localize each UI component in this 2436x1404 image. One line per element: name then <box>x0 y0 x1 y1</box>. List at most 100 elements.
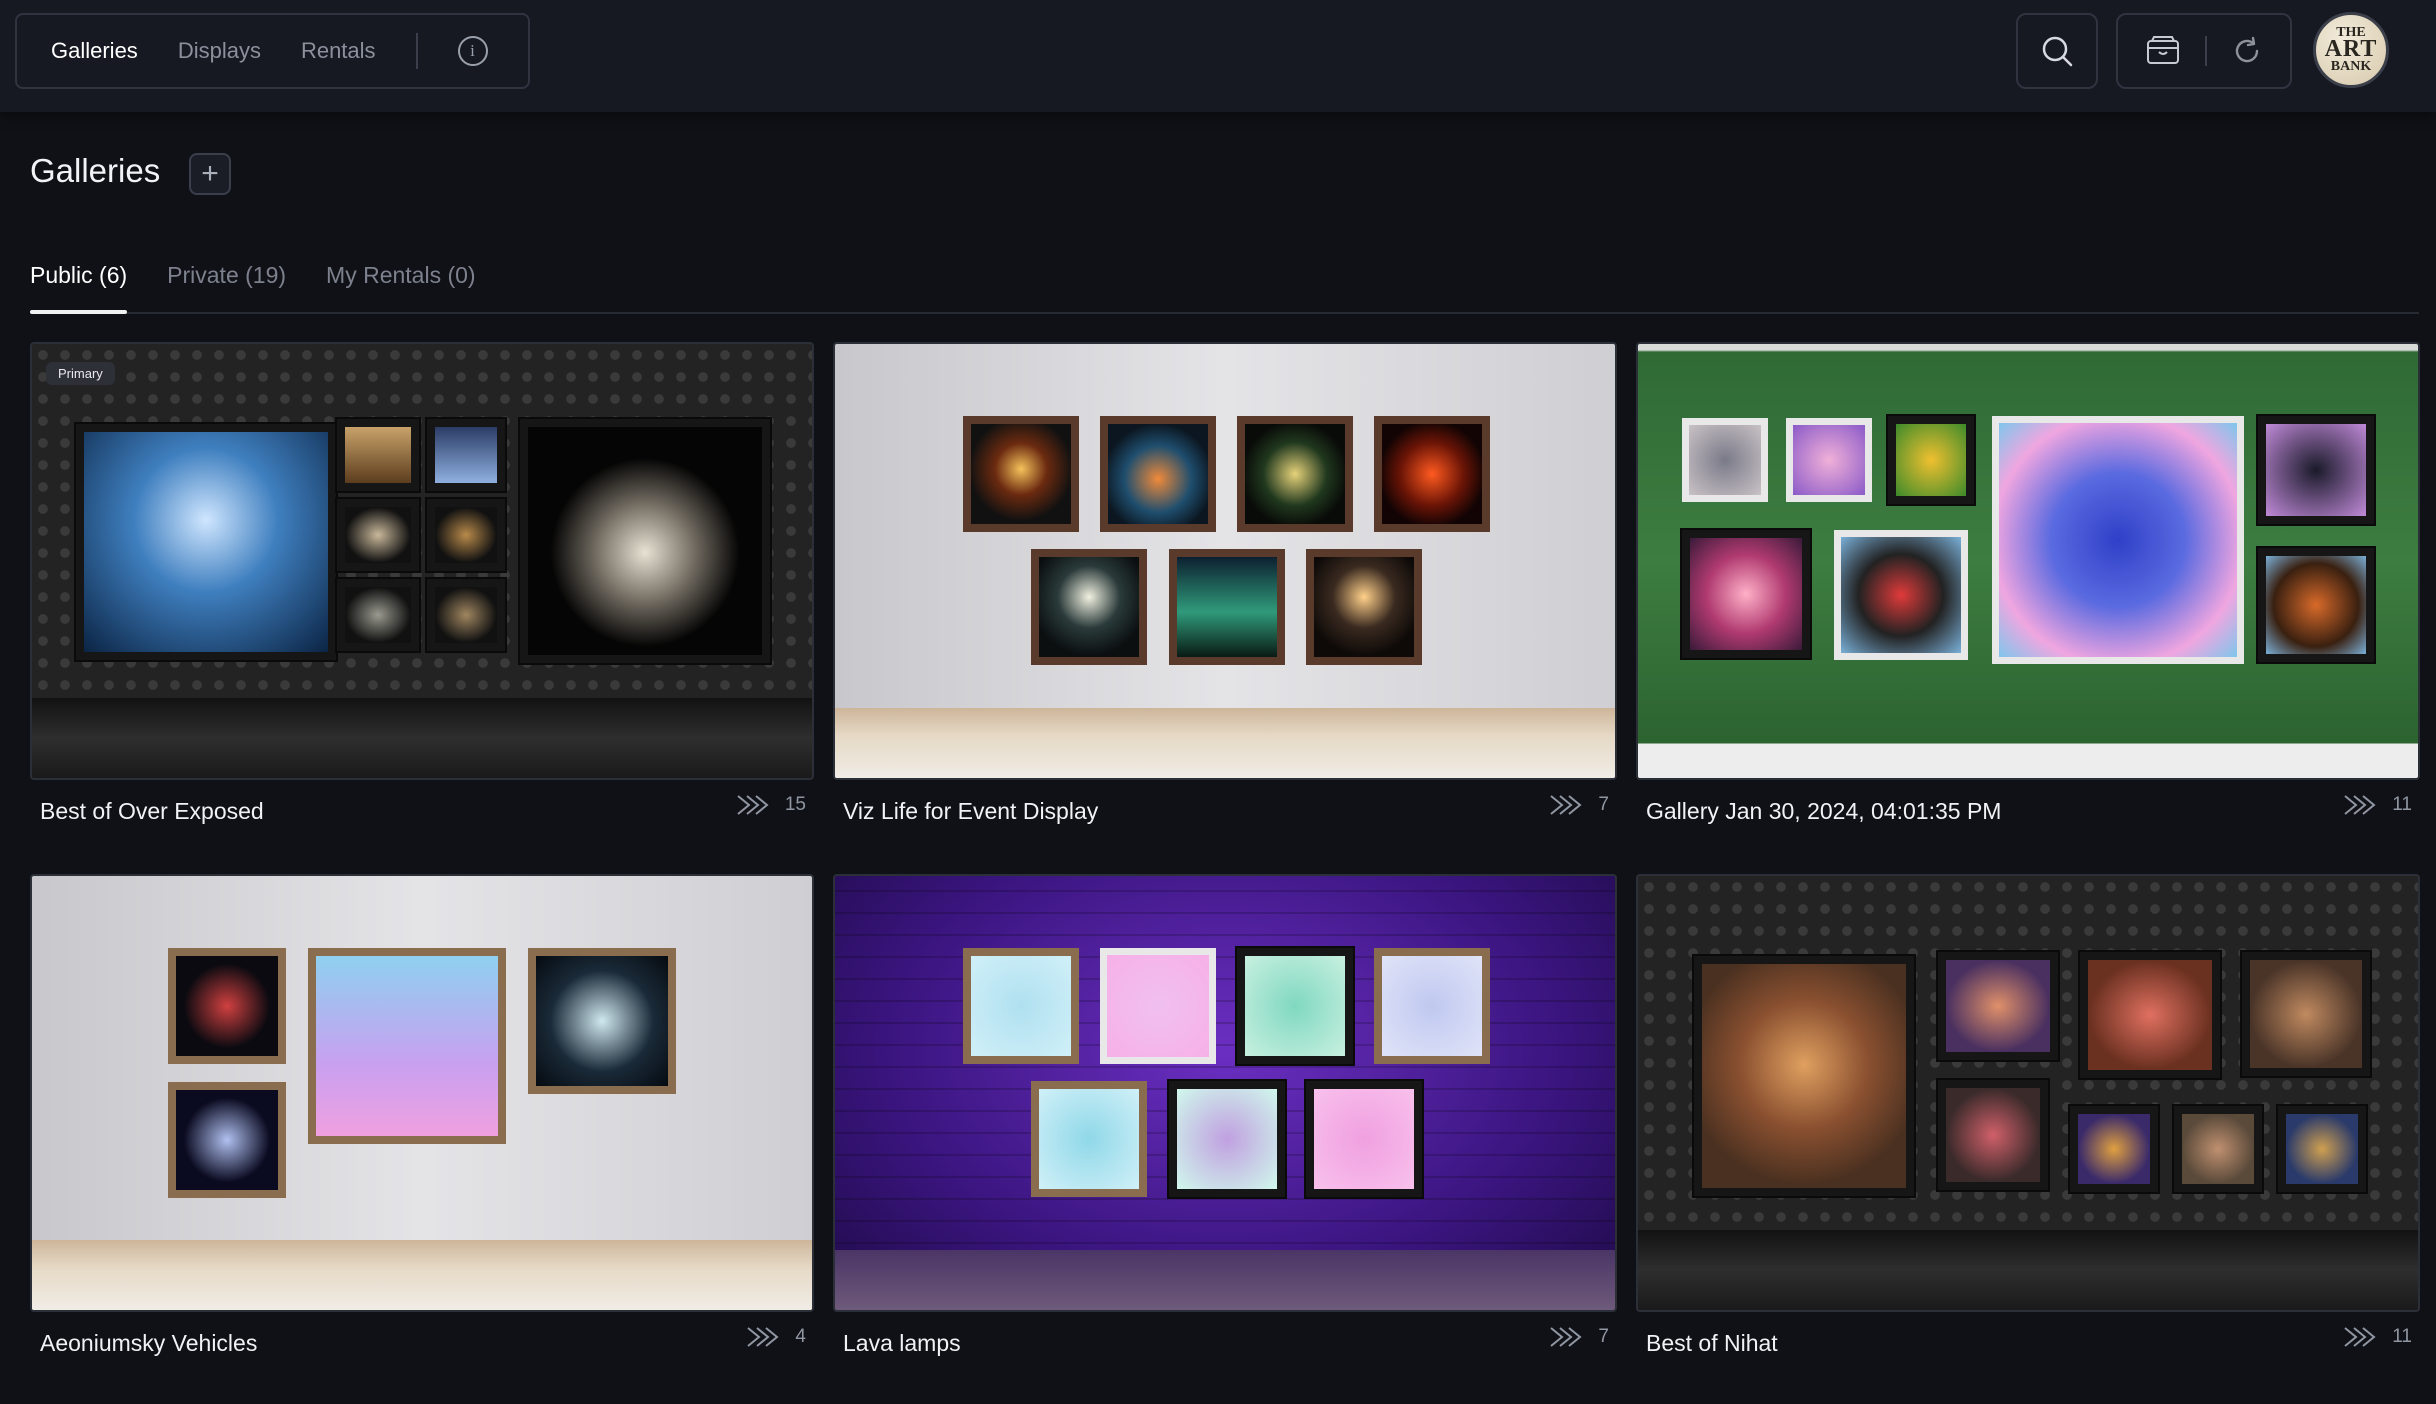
actions-group <box>2116 13 2292 89</box>
nav-displays[interactable]: Displays <box>178 38 261 64</box>
artwork-frame <box>528 948 676 1094</box>
tab-public[interactable]: Public (6) <box>30 262 128 314</box>
tab-my-rentals[interactable]: My Rentals (0) <box>326 262 476 312</box>
artwork-frame <box>1938 1080 2048 1190</box>
main-nav: Galleries Displays Rentals i <box>15 13 530 89</box>
gallery-title[interactable]: Best of Nihat <box>1646 1330 1778 1357</box>
double-chevron-icon <box>1550 795 1583 815</box>
gallery-meta: 15 <box>735 794 806 816</box>
thumbnail-floor <box>1638 1230 2418 1310</box>
artwork-count: 11 <box>2392 794 2412 815</box>
artwork-frame <box>963 416 1079 532</box>
nav-divider <box>415 33 418 69</box>
gallery-meta: 11 <box>2342 1326 2412 1348</box>
logo-line-2: ART <box>2324 36 2378 63</box>
artwork-frame <box>1031 1081 1147 1197</box>
artwork-frame <box>168 1082 286 1198</box>
gallery-card[interactable]: Viz Life for Event Display 7 <box>833 342 1617 825</box>
artwork-frame <box>1938 952 2058 1060</box>
gallery-title[interactable]: Aeoniumsky Vehicles <box>40 1330 257 1357</box>
artwork-frame <box>1374 948 1490 1064</box>
top-bar: Galleries Displays Rentals i THE ART BAN… <box>0 0 2436 112</box>
artwork-frame <box>427 499 505 571</box>
search-icon <box>2042 36 2073 67</box>
artwork-frame <box>337 499 419 571</box>
artwork-frame <box>337 579 419 651</box>
tab-private[interactable]: Private (19) <box>167 262 286 312</box>
gallery-card[interactable]: Gallery Jan 30, 2024, 04:01:35 PM 11 <box>1636 342 2420 825</box>
artwork-frame <box>1682 418 1768 502</box>
artwork-frame <box>2258 548 2374 662</box>
info-icon[interactable]: i <box>457 36 488 66</box>
artwork-frame <box>1694 956 1914 1196</box>
artwork-count: 15 <box>784 794 806 815</box>
art-bank-logo[interactable]: THE ART BANK <box>2313 12 2389 88</box>
artwork-frame <box>520 419 770 663</box>
gallery-title[interactable]: Lava lamps <box>843 1330 961 1357</box>
artwork-frame <box>1169 1081 1285 1197</box>
nav-rentals[interactable]: Rentals <box>301 38 376 64</box>
wallet-icon[interactable] <box>2145 35 2181 67</box>
gallery-tabs: Public (6) Private (19) My Rentals (0) <box>30 262 2419 314</box>
gallery-title[interactable]: Gallery Jan 30, 2024, 04:01:35 PM <box>1646 798 2001 825</box>
nav-galleries[interactable]: Galleries <box>51 38 138 64</box>
thumbnail-floor <box>32 1240 812 1310</box>
primary-badge: Primary <box>46 362 115 385</box>
gallery-card[interactable]: Primary Best of Over Exposed 15 <box>30 342 814 825</box>
gallery-card[interactable]: Aeoniumsky Vehicles 4 <box>30 874 814 1357</box>
artwork-frame <box>1992 416 2244 664</box>
thumbnail-floor <box>32 698 812 778</box>
artwork-count: 7 <box>1598 1326 1609 1347</box>
artwork-frame <box>1786 418 1872 502</box>
artwork-frame <box>1306 1081 1422 1197</box>
artwork-frame <box>2242 952 2370 1076</box>
page-title: Galleries <box>30 152 161 189</box>
search-button[interactable] <box>2016 13 2098 89</box>
artwork-frame <box>2070 1106 2158 1192</box>
artwork-frame <box>308 948 506 1144</box>
gallery-meta: 11 <box>2342 794 2412 816</box>
gallery-meta: 4 <box>745 1326 806 1348</box>
artwork-frame <box>2080 952 2220 1078</box>
artwork-frame <box>1306 549 1422 665</box>
thumbnail-floor <box>835 708 1615 778</box>
artwork-count: 7 <box>1598 794 1609 815</box>
artwork-frame <box>1888 416 1974 504</box>
gallery-card[interactable]: Lava lamps 7 <box>833 874 1617 1357</box>
gallery-thumbnail[interactable] <box>833 874 1617 1312</box>
gallery-thumbnail[interactable] <box>833 342 1617 780</box>
gallery-thumbnail[interactable] <box>30 874 814 1312</box>
artwork-frame <box>1682 530 1810 658</box>
double-chevron-icon <box>1550 1327 1583 1347</box>
artwork-count: 11 <box>2392 1326 2412 1347</box>
gallery-title[interactable]: Viz Life for Event Display <box>843 798 1098 825</box>
artwork-frame <box>76 424 336 660</box>
artwork-frame <box>2174 1106 2262 1192</box>
double-chevron-icon <box>2344 795 2376 815</box>
refresh-icon[interactable] <box>2231 35 2263 67</box>
gallery-meta: 7 <box>1548 1326 1609 1348</box>
artwork-frame <box>1169 549 1285 665</box>
gallery-card[interactable]: Best of Nihat 11 <box>1636 874 2420 1357</box>
thumbnail-floor <box>835 1250 1615 1310</box>
artwork-frame <box>1834 530 1968 660</box>
artwork-frame <box>1374 416 1490 532</box>
plus-icon: + <box>201 157 219 190</box>
artwork-frame <box>337 419 419 491</box>
actions-divider <box>2205 36 2207 66</box>
artwork-frame <box>1100 948 1216 1064</box>
artwork-frame <box>1237 948 1353 1064</box>
artwork-frame <box>1237 416 1353 532</box>
gallery-thumbnail[interactable] <box>1636 874 2420 1312</box>
double-chevron-icon <box>747 1327 780 1347</box>
gallery-title[interactable]: Best of Over Exposed <box>40 798 264 825</box>
add-gallery-button[interactable]: + <box>189 153 231 195</box>
artwork-frame <box>963 948 1079 1064</box>
artwork-frame <box>2258 416 2374 524</box>
artwork-frame <box>168 948 286 1064</box>
artwork-frame <box>427 579 505 651</box>
gallery-thumbnail[interactable] <box>1636 342 2420 780</box>
double-chevron-icon <box>2344 1327 2376 1347</box>
gallery-thumbnail[interactable]: Primary <box>30 342 814 780</box>
artwork-frame <box>427 419 505 491</box>
